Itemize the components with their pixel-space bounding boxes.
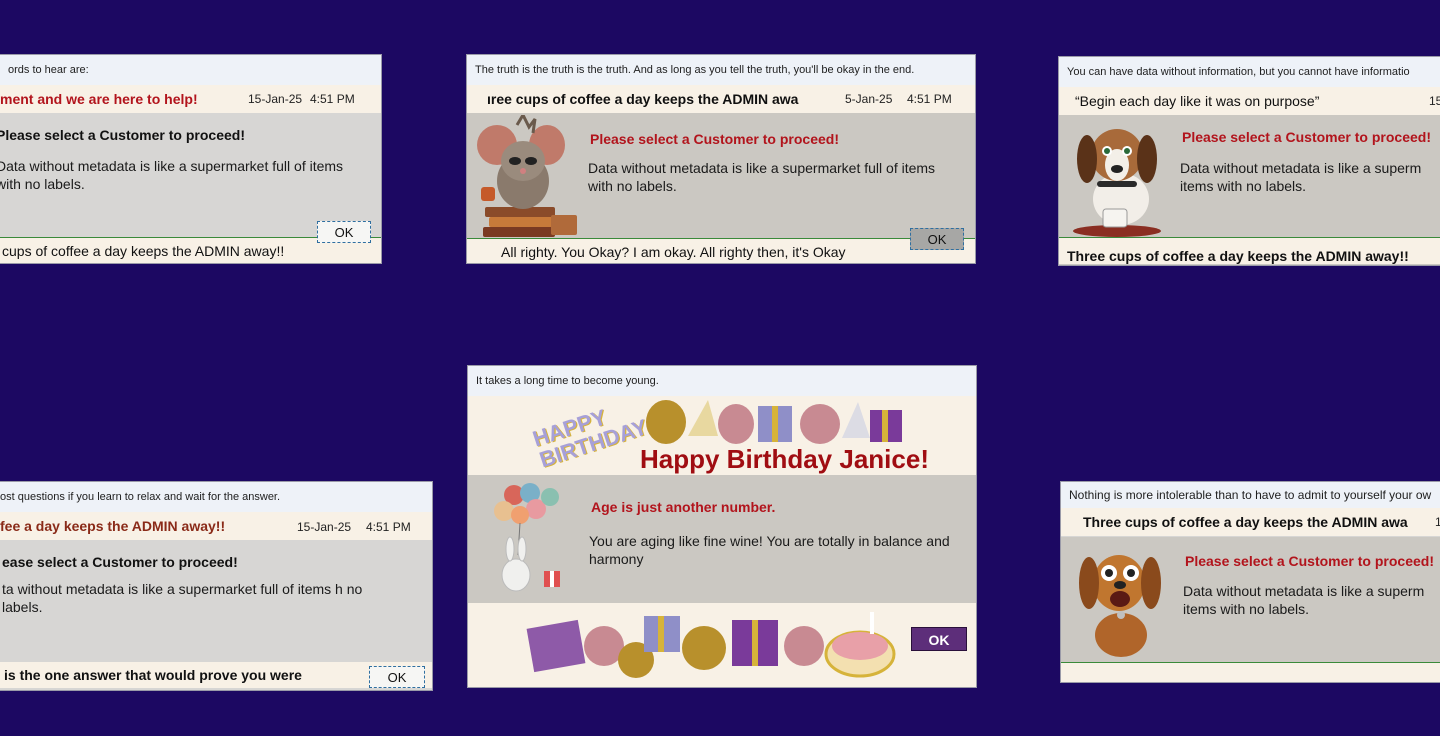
alert-text: Please select a Customer to proceed! xyxy=(0,127,245,143)
ticker-text: Three cups of coffee a day keeps the ADM… xyxy=(1083,514,1408,530)
message-text: You are aging like fine wine! You are to… xyxy=(589,533,950,567)
dialog-bottom-right: Nothing is more intolerable than to have… xyxy=(1061,482,1440,682)
ticker-bar: ment and we are here to help! 15-Jan-25 … xyxy=(0,85,381,113)
dialog-birthday: It takes a long time to become young. HA… xyxy=(468,366,976,687)
message-text: ta without metadata is like a supermarke… xyxy=(2,581,363,615)
ticker-text: fee a day keeps the ADMIN away!! xyxy=(0,518,226,534)
ok-button[interactable]: OK xyxy=(317,221,371,243)
message-text: Data without metadata is like a supermar… xyxy=(0,158,344,192)
happy-birthday-art: HAPPY BIRTHDAY xyxy=(529,404,651,473)
footer-ticker: Three cups of coffee a day keeps the ADM… xyxy=(1059,237,1440,264)
quote-text: ords to hear are: xyxy=(0,55,381,85)
footer-text: cups of coffee a day keeps the ADMIN awa… xyxy=(2,243,285,259)
alert-text: Please select a Customer to proceed! xyxy=(590,131,839,147)
alert-text: Please select a Customer to proceed! xyxy=(1185,553,1434,569)
ticker-text: ment and we are here to help! xyxy=(0,91,198,107)
time-label: 4:51 PM xyxy=(310,92,355,106)
date-label: 15 xyxy=(1429,94,1440,108)
dialog-top-left: ords to hear are: ment and we are here t… xyxy=(0,55,381,263)
ticker-bar: fee a day keeps the ADMIN away!! 15-Jan-… xyxy=(0,512,432,540)
ok-button[interactable]: OK xyxy=(369,666,425,688)
ticker-bar: Three cups of coffee a day keeps the ADM… xyxy=(1061,508,1440,536)
quote-text: You can have data without information, b… xyxy=(1059,57,1440,87)
ok-button[interactable]: OK xyxy=(911,627,967,651)
alert-text: ease select a Customer to proceed! xyxy=(2,554,238,570)
birthday-title: Happy Birthday Janice! xyxy=(640,444,929,474)
mouse-with-coffee-image xyxy=(477,115,577,237)
quote-text: ost questions if you learn to relax and … xyxy=(0,482,432,512)
date-label: 5-Jan-25 xyxy=(845,92,893,106)
alert-text: Age is just another number. xyxy=(591,499,776,515)
quote-text: It takes a long time to become young. xyxy=(468,366,976,396)
message-text: Data without metadata is like a supermar… xyxy=(588,160,936,194)
dialog-bottom-left: ost questions if you learn to relax and … xyxy=(0,482,432,690)
footer-ticker xyxy=(1061,662,1440,682)
dialog-body: Please select a Customer to proceed! Dat… xyxy=(1061,537,1440,662)
time-label: 4:51 PM xyxy=(366,520,411,534)
bunny-with-balloons-image xyxy=(494,483,560,592)
footer-text: All righty. You Okay? I am okay. All rig… xyxy=(501,244,846,260)
alert-text: Please select a Customer to proceed! xyxy=(1182,129,1431,145)
message-text: Data without metadata is like a superm i… xyxy=(1183,583,1425,617)
time-label: 4:51 PM xyxy=(907,92,952,106)
footer-text: is the one answer that would prove you w… xyxy=(4,667,302,683)
date-label: 15-Jan-25 xyxy=(297,520,352,534)
gifts-and-cake-decoration xyxy=(526,612,896,678)
ticker-bar: “Begin each day like it was on purpose” … xyxy=(1059,87,1440,115)
ticker-text: “Begin each day like it was on purpose” xyxy=(1075,93,1320,109)
dialog-top-center: The truth is the truth is the truth. And… xyxy=(467,55,975,263)
date-label: 15-Jan-25 xyxy=(248,92,303,106)
dialog-top-right: You can have data without information, b… xyxy=(1059,57,1440,265)
footer-ticker: is the one answer that would prove you w… xyxy=(0,662,432,688)
scared-dog-image xyxy=(1079,555,1161,657)
birthday-banner: HAPPY BIRTHDAY Happy Birthday Janice! xyxy=(468,396,976,474)
footer-text: Three cups of coffee a day keeps the ADM… xyxy=(1067,248,1409,264)
ticker-text: ıree cups of coffee a day keeps the ADMI… xyxy=(487,91,799,107)
quote-text: The truth is the truth is the truth. And… xyxy=(467,55,975,85)
footer-ticker: All righty. You Okay? I am okay. All rig… xyxy=(467,238,975,263)
dialog-body: Age is just another number. You are agin… xyxy=(468,475,976,603)
quote-text: Nothing is more intolerable than to have… xyxy=(1061,482,1440,508)
ticker-bar: ıree cups of coffee a day keeps the ADMI… xyxy=(467,85,975,113)
message-text: Data without metadata is like a superm i… xyxy=(1180,160,1422,194)
beagle-with-coffee-image xyxy=(1073,129,1161,237)
date-label: 1 xyxy=(1435,515,1440,529)
ok-button[interactable]: OK xyxy=(910,228,964,250)
